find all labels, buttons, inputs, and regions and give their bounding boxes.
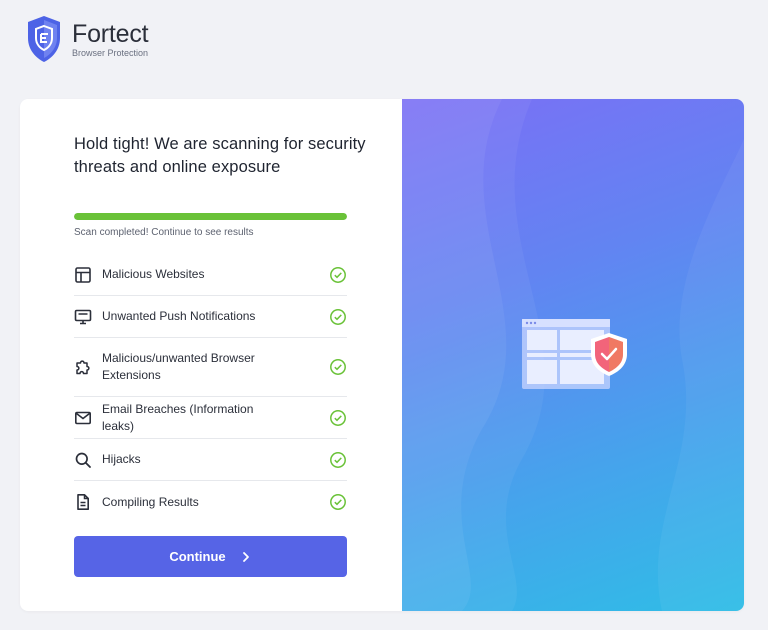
mail-icon	[74, 411, 91, 424]
continue-button-label: Continue	[169, 549, 226, 564]
browser-shield-illustration	[522, 319, 627, 389]
scan-item-label: Unwanted Push Notifications	[102, 309, 256, 323]
monitor-icon	[74, 309, 92, 324]
puzzle-icon	[76, 360, 90, 375]
scan-item-label: Compiling Results	[102, 494, 199, 509]
scan-card: Hold tight! We are scanning for security…	[20, 99, 744, 611]
brand-logo: Fortect Browser Protection	[24, 14, 149, 64]
check-circle-icon	[330, 359, 346, 375]
scan-items-list: Malicious Websites Unwanted Push Notific…	[74, 254, 347, 523]
check-circle-icon	[330, 266, 346, 283]
scan-item-label: Email Breaches (Information leaks)	[102, 401, 254, 433]
check-circle-icon	[330, 308, 346, 325]
scan-item-label: Malicious/unwanted Browser Extensions	[102, 351, 255, 382]
scan-item-malicious-websites: Malicious Websites	[74, 254, 347, 296]
scan-item-label: Malicious Websites	[102, 267, 205, 281]
scan-progress-fill	[74, 213, 347, 220]
scan-progress-bar	[74, 213, 347, 220]
document-icon	[77, 494, 89, 510]
fortect-shield-icon	[28, 16, 60, 62]
check-circle-icon	[330, 409, 346, 426]
brand-subtitle: Browser Protection	[72, 47, 149, 58]
browser-layout-icon	[75, 266, 91, 283]
scan-status-text: Scan completed! Continue to see results	[74, 227, 254, 238]
search-icon	[75, 452, 91, 468]
brand-name: Fortect	[72, 19, 149, 48]
illustration-panel	[402, 99, 744, 611]
scan-panel: Hold tight! We are scanning for security…	[20, 99, 402, 611]
scan-headline: Hold tight! We are scanning for security…	[74, 135, 366, 176]
check-circle-icon	[330, 451, 346, 468]
scan-item-compiling-results: Compiling Results	[74, 481, 347, 523]
scan-item-email-breaches: Email Breaches (Information leaks)	[74, 397, 347, 439]
scan-item-browser-extensions: Malicious/unwanted Browser Extensions	[74, 338, 347, 397]
scan-item-push-notifications: Unwanted Push Notifications	[74, 296, 347, 338]
scan-item-label: Hijacks	[102, 452, 141, 466]
check-circle-icon	[330, 494, 346, 510]
scan-item-hijacks: Hijacks	[74, 439, 347, 481]
chevron-right-icon	[242, 551, 249, 562]
continue-button[interactable]: Continue	[74, 536, 347, 577]
